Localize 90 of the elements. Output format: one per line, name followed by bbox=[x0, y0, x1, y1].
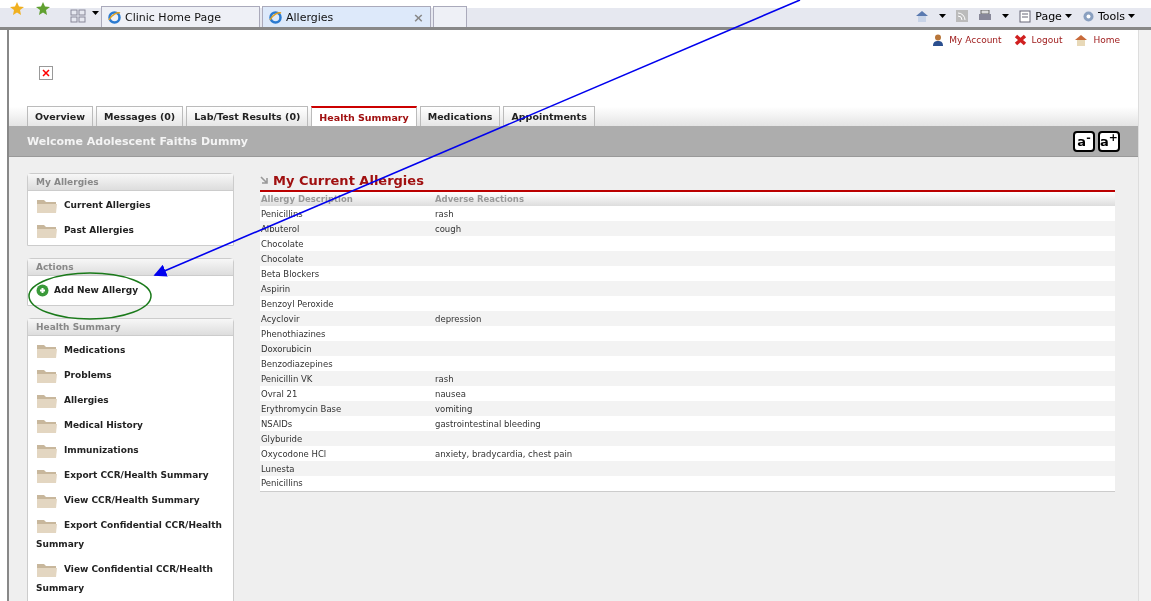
caret-icon bbox=[1064, 14, 1072, 18]
sidebar-link[interactable]: View CCR/Health Summary bbox=[28, 488, 233, 513]
table-cell: Acyclovir bbox=[261, 313, 300, 324]
gear-icon bbox=[1081, 9, 1095, 23]
table-cell: vomiting bbox=[435, 403, 473, 414]
table-cell: Penicillins bbox=[261, 478, 303, 489]
printer-icon[interactable] bbox=[978, 10, 993, 22]
font-size-button[interactable]: a$^{-}$ bbox=[1073, 130, 1095, 152]
table-cell: Glyburide bbox=[261, 433, 303, 444]
table-cell: Lunesta bbox=[261, 463, 295, 474]
table-cell: Chocolate bbox=[261, 253, 304, 264]
panel-title: My Allergies bbox=[28, 174, 233, 191]
sidebar-link[interactable]: Immunizations bbox=[28, 438, 233, 463]
folder-icon bbox=[36, 222, 58, 239]
header-link[interactable]: My Account bbox=[932, 34, 1002, 46]
folder-icon bbox=[36, 492, 58, 509]
table-cell: Aspirin bbox=[261, 283, 291, 294]
panel-title: Actions bbox=[28, 259, 233, 276]
folder-icon bbox=[36, 561, 58, 578]
browser-tab[interactable]: Allergies × bbox=[262, 6, 431, 27]
table-cell: nausea bbox=[435, 388, 466, 399]
table-cell: gastrointestinal bleeding bbox=[435, 418, 541, 429]
folder-icon bbox=[36, 392, 58, 409]
sidebar-link[interactable]: Add New Allergy bbox=[28, 278, 233, 303]
table-cell: Doxorubicin bbox=[261, 343, 312, 354]
welcome-text: Welcome Adolescent Faiths Dummy bbox=[27, 134, 248, 148]
person-icon bbox=[932, 34, 945, 46]
header-link[interactable]: Logout bbox=[1013, 34, 1063, 46]
table-cell: Phenothiazines bbox=[261, 328, 326, 339]
nav-tab[interactable]: Health Summary bbox=[311, 106, 417, 126]
font-size-button[interactable]: a$^{+}$ bbox=[1098, 130, 1120, 152]
table-cell: Benzoyl Peroxide bbox=[261, 298, 334, 309]
table-cell: NSAIDs bbox=[261, 418, 293, 429]
toolbar-button[interactable]: Tools bbox=[1081, 9, 1135, 23]
sidebar-link[interactable]: Current Allergies bbox=[28, 193, 233, 218]
nav-tab[interactable]: Overview bbox=[27, 106, 94, 126]
folder-icon bbox=[36, 417, 58, 434]
caret-icon bbox=[1002, 14, 1010, 18]
folder-icon bbox=[36, 342, 58, 359]
table-cell: Benzodiazepines bbox=[261, 358, 333, 369]
cross-icon bbox=[1013, 34, 1027, 46]
folder-icon bbox=[36, 442, 58, 459]
table-cell: rash bbox=[435, 208, 454, 219]
table-cell: Penicillin VK bbox=[261, 373, 313, 384]
sidebar-link[interactable]: Past Allergies bbox=[28, 218, 233, 243]
sidebar-link[interactable]: Problems bbox=[28, 363, 233, 388]
nav-tab[interactable]: Medications bbox=[419, 106, 501, 126]
nav-tab[interactable]: Lab/Test Results (0) bbox=[186, 106, 309, 126]
sidebar-link[interactable]: Medical History bbox=[28, 413, 233, 438]
sidebar-link[interactable]: Medications bbox=[28, 338, 233, 363]
table-cell: anxiety, bradycardia, chest pain bbox=[435, 448, 573, 459]
table-cell: Ovral 21 bbox=[261, 388, 298, 399]
folder-icon bbox=[36, 467, 58, 484]
add-icon bbox=[36, 284, 49, 297]
home-icon[interactable] bbox=[915, 9, 930, 23]
table-cell: Oxycodone HCl bbox=[261, 448, 327, 459]
caret-icon bbox=[1128, 14, 1135, 18]
star-icon[interactable] bbox=[10, 2, 24, 15]
browser-icon bbox=[108, 10, 121, 24]
new-tab-button[interactable] bbox=[433, 6, 467, 27]
table-cell: Erythromycin Base bbox=[261, 403, 342, 414]
sidebar-link[interactable]: View Confidential CCR/Health Summary bbox=[28, 557, 233, 601]
folder-icon bbox=[36, 367, 58, 384]
folder-icon bbox=[36, 517, 58, 534]
table-cell: rash bbox=[435, 373, 454, 384]
add-favorite-icon[interactable] bbox=[36, 2, 50, 15]
sidebar-link[interactable]: Allergies bbox=[28, 388, 233, 413]
browser-tab[interactable]: Clinic Home Page bbox=[101, 6, 260, 27]
table-cell: depression bbox=[435, 313, 482, 324]
table-cell: Chocolate bbox=[261, 238, 304, 249]
tab-grid-icon[interactable] bbox=[70, 9, 86, 23]
caret-icon bbox=[939, 14, 947, 18]
house-icon bbox=[1074, 34, 1089, 46]
panel-title: Health Summary bbox=[28, 319, 233, 336]
collapse-arrow-icon[interactable] bbox=[260, 176, 269, 185]
browser-icon bbox=[269, 10, 282, 24]
table-cell: cough bbox=[435, 223, 462, 234]
table-cell: Beta Blockers bbox=[261, 268, 320, 279]
toolbar-button[interactable]: Page bbox=[1019, 9, 1072, 23]
sidebar-link[interactable]: Export CCR/Health Summary bbox=[28, 463, 233, 488]
header-link[interactable]: Home bbox=[1074, 34, 1120, 46]
sidebar-link[interactable]: Export Confidential CCR/Health Summary bbox=[28, 513, 233, 557]
folder-icon bbox=[36, 197, 58, 214]
caret-icon bbox=[92, 11, 99, 15]
page-icon bbox=[1019, 9, 1033, 23]
scrollbar[interactable] bbox=[1138, 30, 1151, 601]
nav-tab[interactable]: Messages (0) bbox=[96, 106, 184, 126]
column-header: Adverse Reactions bbox=[434, 191, 1115, 206]
feed-icon[interactable] bbox=[956, 10, 969, 22]
broken-image-icon bbox=[39, 66, 53, 80]
